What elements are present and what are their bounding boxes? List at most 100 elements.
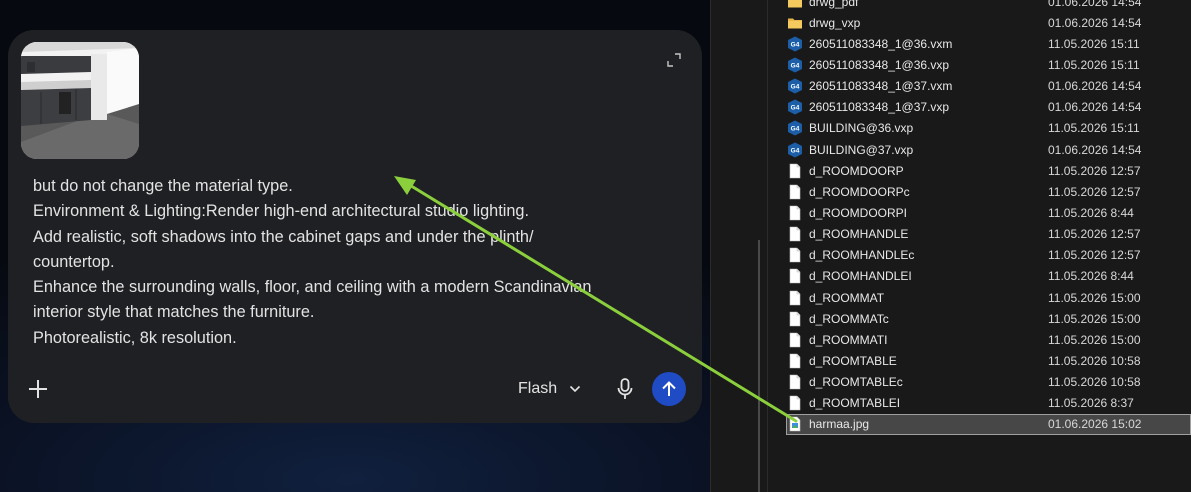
file-date-modified: 01.06.2026 14:54 xyxy=(1048,100,1142,115)
file-row[interactable]: d_ROOMHANDLEc 11.05.2026 12:57 xyxy=(786,245,1191,266)
nav-pane-scrollbar[interactable] xyxy=(758,240,760,492)
chat-pane: but do not change the material type. Env… xyxy=(0,0,710,492)
file-row[interactable]: G4 260511083348_1@36.vxm 11.05.2026 15:11 xyxy=(786,33,1191,54)
prompt-line: interior style that matches the furnitur… xyxy=(33,303,315,322)
add-attachment-button[interactable] xyxy=(24,375,52,403)
file-row[interactable]: G4 260511083348_1@37.vxm 01.06.2026 14:54 xyxy=(786,76,1191,97)
file-name: d_ROOMMATc xyxy=(809,311,889,326)
g4-app-icon: G4 xyxy=(787,57,803,73)
file-row[interactable]: d_ROOMTABLEc 11.05.2026 10:58 xyxy=(786,372,1191,393)
file-name: 260511083348_1@36.vxm xyxy=(809,36,953,51)
pane-divider xyxy=(710,0,711,492)
g4-app-icon: G4 xyxy=(787,120,803,136)
svg-text:G4: G4 xyxy=(791,147,800,154)
expand-icon[interactable] xyxy=(666,52,682,68)
file-name: d_ROOMHANDLE xyxy=(809,227,909,242)
file-icon xyxy=(787,226,803,242)
prompt-composer: but do not change the material type. Env… xyxy=(8,30,702,423)
folder-icon xyxy=(787,15,803,31)
file-date-modified: 11.05.2026 10:58 xyxy=(1048,353,1141,368)
g4-app-icon: G4 xyxy=(787,99,803,115)
file-date-modified: 11.05.2026 8:44 xyxy=(1048,269,1134,284)
file-date-modified: 11.05.2026 12:57 xyxy=(1048,227,1141,242)
file-name: d_ROOMHANDLEI xyxy=(809,269,912,284)
file-name: 260511083348_1@36.vxp xyxy=(809,57,950,72)
file-name: d_ROOMDOORPc xyxy=(809,184,910,199)
file-name: drwg_vxp xyxy=(809,15,861,30)
file-row[interactable]: d_ROOMHANDLE 11.05.2026 12:57 xyxy=(786,224,1191,245)
file-icon xyxy=(787,268,803,284)
file-row[interactable]: G4 BUILDING@36.vxp 11.05.2026 15:11 xyxy=(786,118,1191,139)
svg-text:G4: G4 xyxy=(791,84,800,91)
file-date-modified: 11.05.2026 8:44 xyxy=(1048,205,1134,220)
file-date-modified: 11.05.2026 15:11 xyxy=(1048,121,1140,136)
g4-app-icon: G4 xyxy=(787,78,803,94)
model-label: Flash xyxy=(518,380,558,397)
file-row[interactable]: d_ROOMMATc 11.05.2026 15:00 xyxy=(786,308,1191,329)
send-button[interactable] xyxy=(652,372,686,406)
file-icon xyxy=(787,311,803,327)
file-date-modified: 11.05.2026 10:58 xyxy=(1048,375,1141,390)
svg-text:G4: G4 xyxy=(791,41,800,48)
file-icon xyxy=(787,290,803,306)
image-file-icon xyxy=(787,416,803,432)
file-name: drwg_pdf xyxy=(809,0,859,9)
file-row[interactable]: d_ROOMHANDLEI 11.05.2026 8:44 xyxy=(786,266,1191,287)
g4-app-icon: G4 xyxy=(787,142,803,158)
file-name: d_ROOMTABLEc xyxy=(809,375,903,390)
file-row[interactable]: G4 260511083348_1@37.vxp 01.06.2026 14:54 xyxy=(786,97,1191,118)
file-date-modified: 11.05.2026 15:11 xyxy=(1048,57,1140,72)
microphone-button[interactable] xyxy=(614,376,636,402)
file-name: d_ROOMTABLEI xyxy=(809,396,901,411)
file-date-modified: 11.05.2026 15:00 xyxy=(1048,290,1141,305)
file-row[interactable]: d_ROOMMATI 11.05.2026 15:00 xyxy=(786,329,1191,350)
file-row[interactable]: G4 260511083348_1@36.vxp 11.05.2026 15:11 xyxy=(786,54,1191,75)
file-name: d_ROOMTABLE xyxy=(809,353,897,368)
file-row[interactable]: drwg_vxp 01.06.2026 14:54 xyxy=(786,12,1191,33)
file-icon xyxy=(787,353,803,369)
file-date-modified: 11.05.2026 12:57 xyxy=(1048,184,1141,199)
attached-image-thumbnail[interactable] xyxy=(21,42,139,159)
file-icon xyxy=(787,332,803,348)
file-date-modified: 01.06.2026 14:54 xyxy=(1048,0,1142,9)
file-row[interactable]: harmaa.jpg 01.06.2026 15:02 xyxy=(786,413,1191,435)
file-name: d_ROOMHANDLEc xyxy=(809,248,915,263)
kitchen-render-thumbnail xyxy=(21,42,139,159)
plus-icon xyxy=(29,380,47,398)
file-row[interactable]: d_ROOMDOORP 11.05.2026 12:57 xyxy=(786,160,1191,181)
prompt-line: but do not change the material type. xyxy=(33,177,293,195)
prompt-line: Add realistic, soft shadows into the cab… xyxy=(33,227,534,246)
file-name: 260511083348_1@37.vxm xyxy=(809,79,953,94)
model-selector[interactable]: Flash xyxy=(518,377,581,401)
prompt-line: Photorealistic, 8k resolution. xyxy=(33,328,237,347)
file-date-modified: 11.05.2026 15:11 xyxy=(1048,36,1140,51)
file-name: d_ROOMMATI xyxy=(809,332,888,347)
file-row[interactable]: d_ROOMDOORPI 11.05.2026 8:44 xyxy=(786,202,1191,223)
file-row[interactable]: d_ROOMTABLEI 11.05.2026 8:37 xyxy=(786,393,1191,414)
file-list: drwg_pdf 01.06.2026 14:54 drwg_vxp 01.06.20… xyxy=(786,0,1191,435)
microphone-icon xyxy=(617,378,633,399)
file-date-modified: 01.06.2026 14:54 xyxy=(1048,79,1142,94)
file-date-modified: 11.05.2026 15:00 xyxy=(1048,311,1141,326)
file-row[interactable]: drwg_pdf 01.06.2026 14:54 xyxy=(786,0,1191,12)
file-name: d_ROOMMAT xyxy=(809,290,885,305)
file-icon xyxy=(787,374,803,390)
file-icon xyxy=(787,247,803,263)
prompt-input[interactable]: but do not change the material type. Env… xyxy=(33,174,653,351)
file-name: harmaa.jpg xyxy=(809,417,870,432)
folder-icon xyxy=(787,0,803,10)
prompt-line: Enhance the surrounding walls, floor, an… xyxy=(33,278,592,297)
file-date-modified: 01.06.2026 15:02 xyxy=(1048,417,1142,432)
file-row[interactable]: d_ROOMMAT 11.05.2026 15:00 xyxy=(786,287,1191,308)
file-explorer: drwg_pdf 01.06.2026 14:54 drwg_vxp 01.06.20… xyxy=(710,0,1191,492)
file-date-modified: 11.05.2026 12:57 xyxy=(1048,248,1141,263)
file-icon xyxy=(787,395,803,411)
file-name: d_ROOMDOORPI xyxy=(809,205,908,220)
file-row[interactable]: G4 BUILDING@37.vxp 01.06.2026 14:54 xyxy=(786,139,1191,160)
file-date-modified: 01.06.2026 14:54 xyxy=(1048,142,1142,157)
file-row[interactable]: d_ROOMTABLE 11.05.2026 10:58 xyxy=(786,350,1191,371)
file-date-modified: 11.05.2026 15:00 xyxy=(1048,332,1141,347)
svg-text:G4: G4 xyxy=(791,62,800,69)
file-row[interactable]: d_ROOMDOORPc 11.05.2026 12:57 xyxy=(786,181,1191,202)
prompt-line: Environment & Lighting:Render high-end a… xyxy=(33,202,529,221)
